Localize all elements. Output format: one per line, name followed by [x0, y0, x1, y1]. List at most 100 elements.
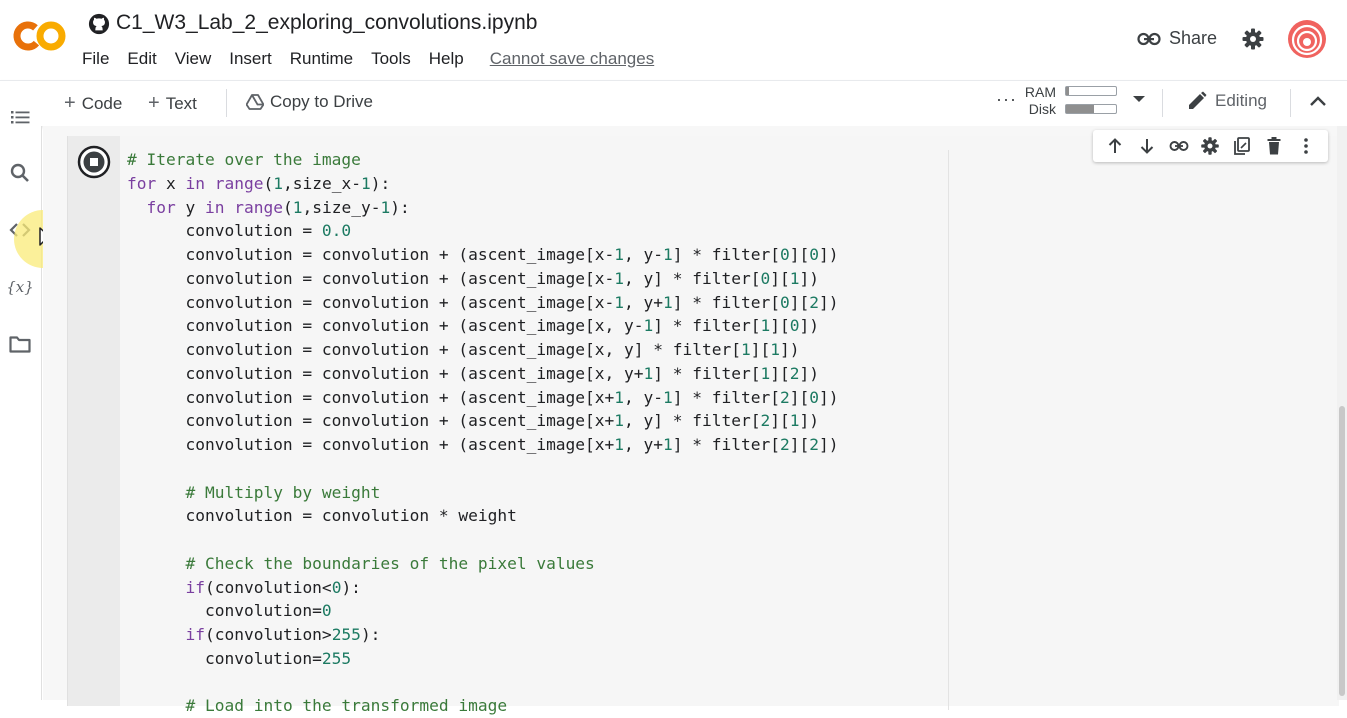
code-token: 1	[614, 435, 625, 454]
code-token: , y] * filter[	[624, 411, 761, 431]
copy-to-drive-button[interactable]: Copy to Drive	[246, 92, 373, 112]
code-line: for y in range(1,size_y-1):	[127, 196, 838, 220]
code-token: convolution=	[127, 648, 322, 668]
notebook-title[interactable]: C1_W3_Lab_2_exploring_convolutions.ipynb	[116, 11, 537, 35]
code-token: , y+	[624, 292, 664, 312]
code-token: convolution = convolution * weight	[127, 506, 517, 526]
resources-indicator[interactable]: RAM Disk	[1024, 84, 1056, 118]
code-token: ):	[341, 577, 361, 597]
code-token: for	[127, 173, 157, 193]
files-icon[interactable]	[8, 332, 32, 356]
code-token: # Load into the transformed image	[185, 696, 508, 716]
colab-logo[interactable]	[12, 18, 68, 54]
code-line: convolution = convolution + (ascent_imag…	[127, 267, 838, 291]
move-down-icon[interactable]	[1137, 136, 1157, 156]
code-token: 1	[663, 245, 673, 264]
code-token: # Multiply by weight	[185, 482, 381, 502]
code-line: convolution = convolution + (ascent_imag…	[127, 314, 838, 338]
code-token: , y] * filter[	[624, 268, 761, 288]
menu-runtime[interactable]: Runtime	[290, 49, 361, 69]
editing-mode-button[interactable]: Editing	[1187, 91, 1267, 111]
menu-help[interactable]: Help	[429, 49, 472, 69]
code-token: if	[185, 625, 205, 644]
code-line: # Check the boundaries of the pixel valu…	[127, 552, 838, 576]
vertical-scrollbar[interactable]	[1337, 126, 1347, 700]
code-line: convolution=255	[127, 647, 838, 671]
menu-tools[interactable]: Tools	[371, 49, 419, 69]
table-of-contents-icon[interactable]	[8, 105, 32, 129]
code-token: convolution = convolution + (ascent_imag…	[127, 316, 644, 336]
search-icon[interactable]	[8, 161, 32, 185]
code-editor[interactable]: # Iterate over the image for x in range(1…	[120, 136, 1339, 715]
code-token: 1	[614, 292, 625, 312]
code-token: 1	[760, 316, 771, 336]
move-up-icon[interactable]	[1105, 136, 1125, 156]
share-button[interactable]: Share	[1137, 28, 1217, 49]
code-token: 255	[331, 625, 361, 644]
code-token: ])	[799, 363, 819, 383]
user-avatar[interactable]	[1287, 19, 1327, 59]
code-token: ])	[779, 340, 800, 359]
code-text[interactable]: # Iterate over the image for x in range(1…	[127, 148, 838, 718]
code-token: ])	[818, 387, 839, 407]
save-status-link[interactable]: Cannot save changes	[490, 49, 662, 69]
cell-gutter	[68, 136, 120, 706]
gear-icon[interactable]	[1241, 27, 1265, 51]
code-token: 1	[614, 411, 625, 431]
code-token: convolution = convolution + (ascent_imag…	[127, 268, 615, 288]
scrollbar-thumb[interactable]	[1339, 406, 1345, 696]
more-options-icon[interactable]: ···	[996, 89, 1017, 110]
more-icon[interactable]	[1296, 136, 1316, 156]
add-text-label: Text	[165, 93, 197, 113]
code-token: ] * filter[	[653, 363, 761, 383]
code-token: ][	[789, 245, 810, 264]
code-token: ])	[799, 411, 820, 431]
share-label: Share	[1169, 28, 1218, 48]
code-token: , y+	[624, 435, 664, 454]
code-token: ])	[818, 292, 839, 312]
add-text-button[interactable]: + Text	[148, 92, 197, 115]
code-token: 1	[663, 292, 673, 312]
code-token: 1	[643, 363, 654, 383]
code-token: 1	[614, 245, 625, 264]
code-cell[interactable]: # Iterate over the image for x in range(1…	[67, 136, 1339, 715]
code-token: 1	[614, 268, 625, 288]
cell-settings-icon[interactable]	[1200, 136, 1220, 156]
code-token: convolution = convolution + (ascent_imag…	[127, 245, 615, 264]
code-token: ] * filter[	[672, 292, 780, 312]
pencil-icon	[1189, 91, 1207, 109]
menu-view[interactable]: View	[175, 49, 220, 69]
code-token: ][	[789, 292, 810, 312]
code-token: (	[263, 173, 274, 193]
code-token: ):	[370, 173, 391, 193]
disk-usage-fill	[1066, 105, 1094, 113]
code-token: , y-	[624, 245, 664, 264]
code-token: ][	[770, 411, 790, 431]
menu-edit[interactable]: Edit	[127, 49, 164, 69]
chevron-up-icon[interactable]	[1309, 94, 1327, 108]
code-token: convolution = convolution + (ascent_imag…	[127, 363, 644, 383]
plus-icon: +	[64, 92, 76, 114]
menu-file[interactable]: File	[82, 49, 117, 69]
mirror-cell-icon[interactable]	[1232, 136, 1252, 156]
code-token: convolution = convolution + (ascent_imag…	[127, 340, 741, 359]
code-token: 0.0	[321, 221, 352, 241]
code-token: ][	[770, 268, 790, 288]
delete-icon[interactable]	[1264, 136, 1284, 156]
code-line: # Load into the transformed image	[127, 694, 838, 718]
code-token: , y-	[624, 387, 664, 407]
add-code-button[interactable]: + Code	[64, 92, 122, 115]
app-header: C1_W3_Lab_2_exploring_convolutions.ipynb…	[0, 0, 1347, 80]
menu-insert[interactable]: Insert	[229, 49, 280, 69]
code-token: for	[146, 197, 176, 217]
run-cell-button[interactable]	[77, 145, 111, 179]
code-token: ):	[360, 625, 381, 644]
code-token: ] * filter[	[653, 316, 761, 336]
link-icon[interactable]	[1169, 136, 1189, 156]
variables-icon[interactable]: {x}	[6, 275, 34, 299]
chevron-down-icon[interactable]	[1132, 94, 1146, 104]
